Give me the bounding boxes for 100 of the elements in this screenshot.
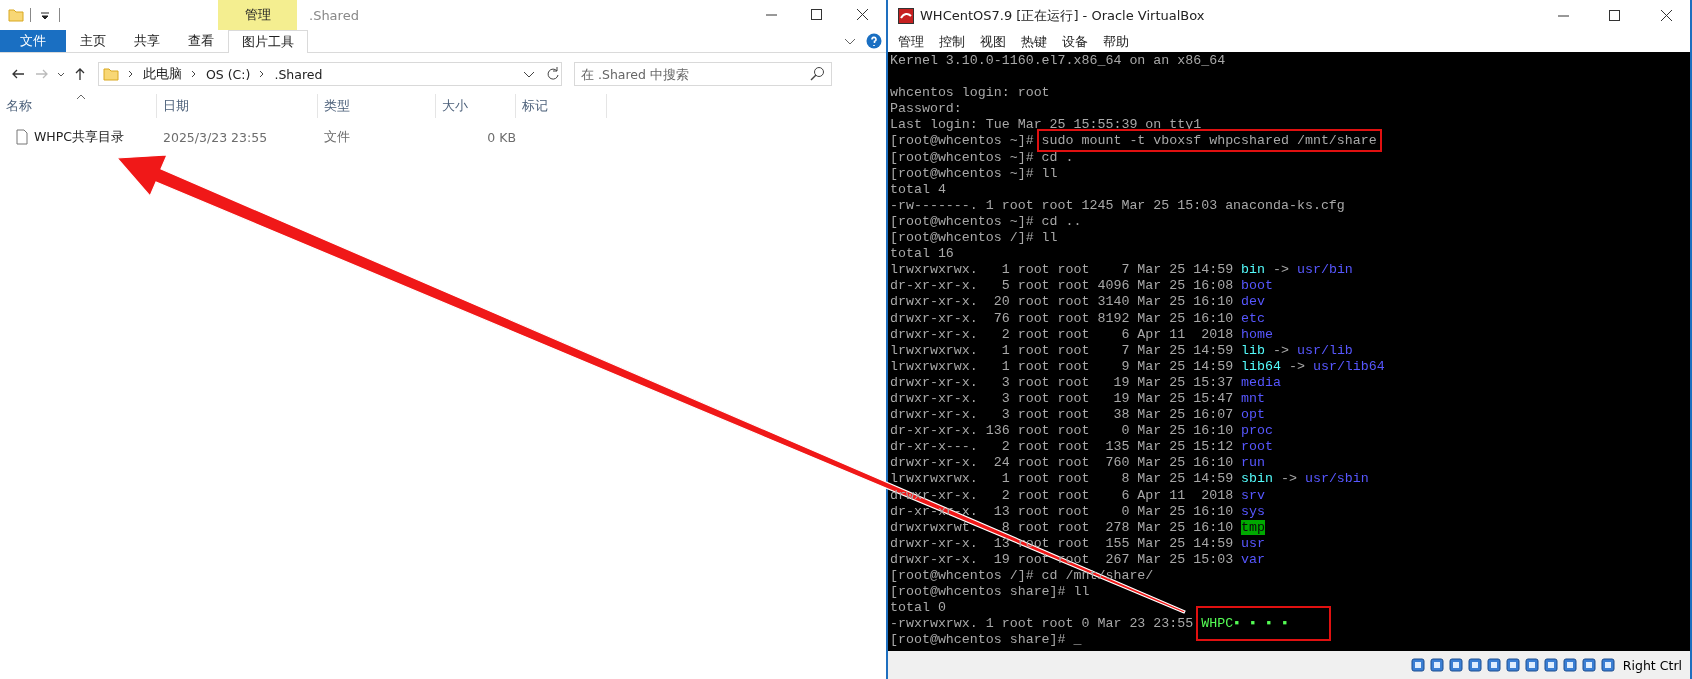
ribbon-tab[interactable]: 共享 [120,30,174,52]
symlink-name: sbin [1241,471,1274,487]
maximize-icon [1607,8,1623,24]
terminal-text: -> [1272,342,1290,358]
breadcrumb[interactable]: 此电脑 [143,65,182,83]
terminal-text: drwxr-xr-x. 2 root root 6 Apr 11 2018 [890,326,1235,342]
directory-name: usr/bin [1297,262,1353,278]
terminal-text: lrwxrwxrwx. 1 root root 9 Mar 25 14:59 [890,358,1235,374]
chevron-right-icon [190,69,198,79]
terminal-text: lrwxrwxrwx. 1 root root 7 Mar 25 14:59 [890,262,1235,278]
window-title: WHCentOS7.9 [正在运行] - Oracle VirtualBox [920,7,1206,25]
terminal-text: drwxrwxrwt. 8 root root 278 Mar 25 16:10 [890,519,1235,535]
search-field[interactable]: 在 .Shared 中搜索 [574,62,832,86]
minimize-icon [1557,15,1569,17]
directory-name: usr [1241,535,1266,551]
breadcrumb[interactable]: .Shared [274,66,323,82]
context-tab-header: 管理 [218,0,297,30]
close-icon [1659,8,1675,24]
symlink-name: lib64 [1241,358,1281,374]
help-icon [866,33,882,49]
terminal-text: total 4 [890,181,946,197]
column-header[interactable]: 名称 [0,94,157,118]
terminal-text: -> [1272,262,1290,278]
terminal-text: Password: [890,101,962,117]
table-cell-text: 文件 [323,128,351,146]
directory-name: mnt [1241,390,1266,406]
terminal-text: total 0 [890,600,946,616]
terminal-text: [root@whcentos ~]# [890,133,1035,149]
breadcrumb[interactable]: OS (C:) [206,66,251,82]
app-icon [898,8,914,24]
symlink-name: bin [1241,262,1266,278]
table-cell-text: 0 KB [486,129,517,145]
refresh-icon [545,66,561,82]
column-header[interactable]: 标记 [516,94,607,118]
terminal-text: -rwxrwxrwx. 1 root root 0 Mar 23 23:55 [890,616,1195,632]
menu-item[interactable]: 热键 [1021,33,1047,51]
directory-name: media [1241,374,1281,390]
directory-name: usr/lib64 [1312,358,1385,374]
terminal-text: lrwxrwxrwx. 1 root root 8 Mar 25 14:59 [890,471,1235,487]
close-icon [855,7,871,23]
terminal-text: total 16 [890,246,954,262]
terminal-text: lrwxrwxrwx. 1 root root 7 Mar 25 14:59 [890,342,1235,358]
directory-name: usr/sbin [1304,471,1369,487]
chevron-right-icon [127,69,135,79]
directory-name: proc [1241,423,1274,439]
terminal-text: drwxr-xr-x. 3 root root 19 Mar 25 15:47 [890,390,1235,406]
terminal-text: dr-xr-xr-x. 5 root root 4096 Mar 25 16:08 [890,278,1235,294]
terminal-text: Kernel 3.10.0-1160.el7.x86_64 on an x86_64 [890,53,1226,68]
terminal-text: [root@whcentos ~]# ll [890,165,1058,181]
terminal-text: drwxr-xr-x. 3 root root 38 Mar 25 16:07 [890,407,1235,423]
terminal-text: sudo mount -t vboxsf whpcshared /mnt/share [1036,129,1382,153]
symlink-name: lib [1241,342,1266,358]
directory-name: run [1241,455,1266,471]
terminal-text: -rw-------. 1 root root 1245 Mar 25 15:03 anaconda-ks.cfg [890,197,1345,213]
terminal-text: [root@whcentos share]# ll [890,584,1090,600]
window-title: .Shared [308,6,360,25]
column-header[interactable]: 类型 [318,94,436,118]
directory-name: srv [1241,487,1266,503]
ribbon-tab[interactable]: 主页 [66,30,120,52]
directory-name: root [1241,439,1274,455]
menu-item[interactable]: 帮助 [1103,33,1129,51]
column-header[interactable]: 大小 [436,94,516,118]
file-name: WHPC▪ ▪ ▪ ▪ [1196,606,1331,642]
terminal-text: [root@whcentos /]# ll [890,230,1058,246]
terminal-text: dr-xr-x---. 2 root root 135 Mar 25 15:12 [890,439,1235,455]
directory-name: dev [1241,294,1266,310]
menu-item[interactable]: 控制 [939,33,965,51]
terminal-text: drwxr-xr-x. 20 root root 3140 Mar 25 16:10 [890,294,1235,310]
directory-name: var [1241,551,1266,567]
minimize-icon [765,14,777,16]
directory-name: usr/lib [1297,342,1353,358]
directory-name: etc [1241,310,1266,326]
menu-item[interactable]: 管理 [898,33,924,51]
terminal-text: dr-xr-xr-x. 136 root root 0 Mar 25 16:10 [890,423,1235,439]
terminal-text: -> [1280,471,1298,487]
directory-name: opt [1241,407,1266,423]
terminal-text: drwxr-xr-x. 24 root root 760 Mar 25 16:10 [890,455,1235,471]
directory-name: boot [1241,278,1274,294]
column-header[interactable]: 日期 [157,94,318,118]
menu-item[interactable]: 设备 [1062,33,1088,51]
search-icon [810,66,826,82]
terminal-text: drwxr-xr-x. 76 root root 8192 Mar 25 16:10 [890,310,1235,326]
terminal-text: -> [1288,358,1306,374]
sort-up-icon [76,94,86,100]
address-bar[interactable]: 此电脑 OS (C:) .Shared [98,62,562,86]
file-name[interactable]: WHPC共享目录 [34,128,125,146]
ribbon-tab[interactable]: 查看 [174,30,228,52]
directory-name: home [1241,326,1274,342]
terminal-text: [root@whcentos ~]# cd .. [890,213,1082,229]
ribbon-tab[interactable]: 图片工具 [228,30,308,53]
file-icon [14,129,30,145]
terminal-text: drwxr-xr-x. 3 root root 19 Mar 25 15:37 [890,374,1235,390]
table-cell-text: 2025/3/23 23:55 [162,129,269,145]
directory-name: sys [1241,503,1266,519]
directory-name: tmp [1241,519,1266,535]
menu-item[interactable]: 视图 [980,33,1006,51]
host-key-label: Right Ctrl [1622,657,1682,673]
ribbon-tab[interactable]: 文件 [0,30,66,52]
terminal-text: [root@whcentos share]# _ [890,632,1082,648]
maximize-icon [809,7,825,23]
